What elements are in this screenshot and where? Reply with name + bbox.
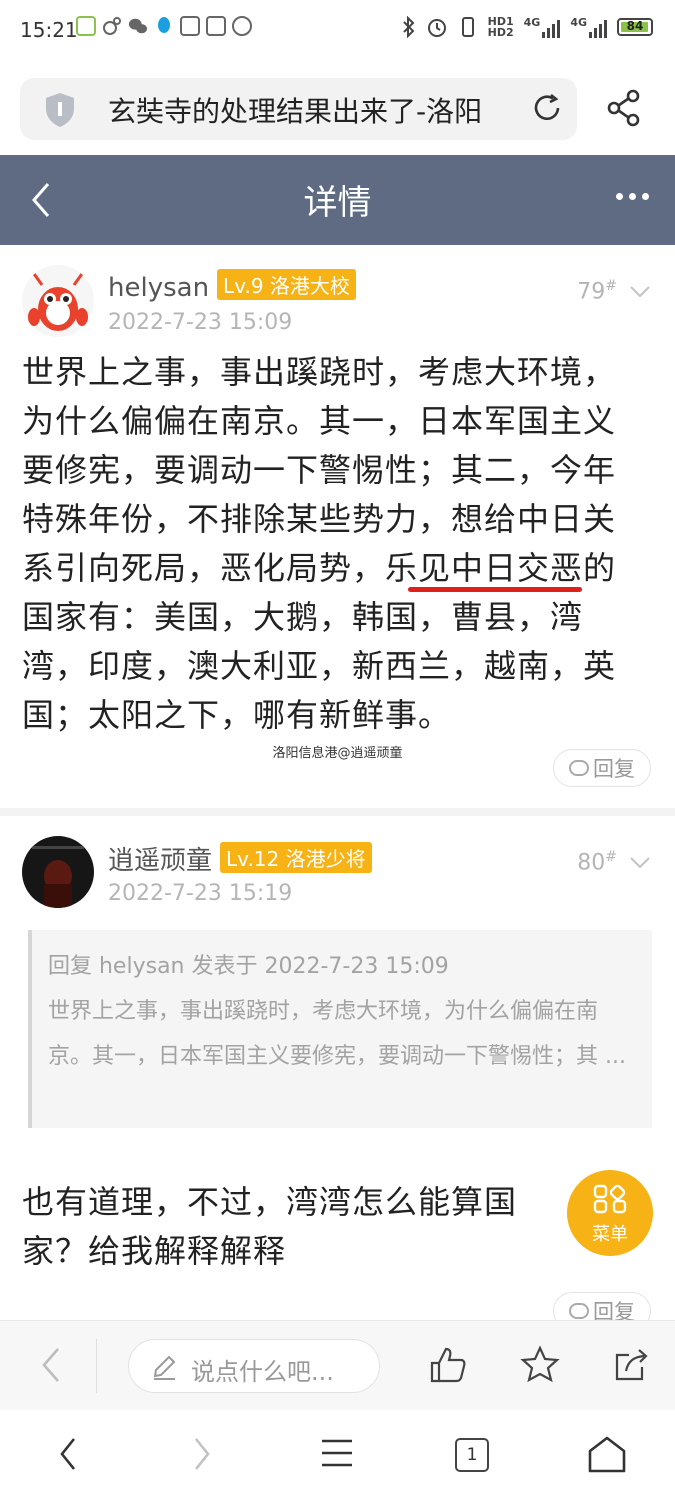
menu-fab[interactable]: 菜单	[567, 1170, 653, 1256]
battery-level: 84	[626, 19, 644, 33]
nav-forward-icon[interactable]	[192, 1436, 212, 1472]
app-header: 详情	[0, 155, 675, 245]
back-icon[interactable]	[38, 1345, 66, 1385]
avatar[interactable]	[22, 265, 94, 337]
avatar[interactable]	[22, 836, 94, 908]
url-title[interactable]: 玄奘寺的处理结果出来了-洛阳	[108, 90, 508, 130]
browser-nav-bar: 1	[0, 1410, 675, 1500]
chevron-down-icon[interactable]	[629, 856, 651, 870]
status-time: 15:21	[20, 18, 78, 42]
game-icon	[206, 16, 226, 36]
separator	[96, 1339, 97, 1393]
home-icon[interactable]	[587, 1436, 627, 1474]
comment-bar: 说点什么吧...	[0, 1320, 675, 1411]
quote-header: 回复 helysan 发表于 2022-7-23 15:09	[48, 954, 449, 979]
post-content: 也有道理，不过，湾湾怎么能算国家？给我解释解释	[22, 1183, 518, 1270]
page-title: 详情	[303, 183, 372, 223]
username[interactable]: helysan Lv.9 洛港大校	[108, 269, 356, 303]
menu-label: 菜单	[592, 1224, 628, 1245]
url-bar[interactable]: 玄奘寺的处理结果出来了-洛阳	[20, 78, 577, 140]
level-badge: Lv.9 洛港大校	[217, 269, 356, 300]
quoted-reply: 回复 helysan 发表于 2022-7-23 15:09 世界上之事，事出蹊…	[28, 930, 652, 1128]
post-date: 2022-7-23 15:19	[108, 881, 293, 906]
post-content: 世界上之事，事出蹊跷时，考虑大环境，为什么偏偏在南京。其一，日本军国主义要修宪，…	[22, 353, 617, 734]
red-underline	[408, 587, 582, 592]
like-icon[interactable]	[428, 1345, 468, 1385]
star-icon[interactable]	[520, 1345, 560, 1385]
gallery-icon	[180, 16, 200, 36]
username[interactable]: 逍遥顽童 Lv.12 洛港少将	[108, 840, 372, 877]
reply-button[interactable]: 回复	[553, 749, 651, 787]
shield-icon	[46, 93, 74, 127]
alarm-icon	[427, 19, 446, 37]
comment-icon	[569, 760, 589, 776]
status-bar: 15:21 HD1 HD2 4G 4G 84	[0, 0, 675, 62]
weibo-icon	[102, 16, 122, 36]
more-options-icon[interactable]	[612, 185, 653, 208]
share-icon[interactable]	[604, 88, 644, 128]
refresh-icon[interactable]	[531, 92, 563, 124]
app-notification-icon	[76, 16, 96, 36]
comment-icon	[569, 1303, 589, 1319]
share-out-icon[interactable]	[612, 1345, 652, 1385]
signal-icon-1: 4G	[524, 16, 561, 38]
menu-icon[interactable]	[320, 1436, 354, 1470]
chevron-down-icon[interactable]	[629, 285, 651, 299]
nav-back-icon[interactable]	[58, 1436, 78, 1472]
speed-icon	[232, 16, 252, 36]
signal-icon-2: 4G	[570, 16, 607, 38]
comment-placeholder: 说点什么吧...	[191, 1358, 334, 1386]
pencil-icon	[153, 1355, 176, 1380]
notification-icons	[76, 16, 252, 36]
grid-icon	[593, 1184, 627, 1214]
floor-number: 80#	[577, 849, 617, 876]
bluetooth-icon	[402, 16, 415, 38]
comment-input[interactable]: 说点什么吧...	[128, 1339, 380, 1393]
floor-number: 79#	[577, 278, 617, 305]
tabs-count[interactable]: 1	[455, 1438, 489, 1472]
post-date: 2022-7-23 15:09	[108, 310, 293, 335]
wechat-icon	[128, 16, 148, 36]
level-badge: Lv.12 洛港少将	[220, 842, 372, 873]
battery-icon: 84	[617, 18, 653, 36]
network-label-2: HD2	[487, 26, 514, 39]
qq-icon	[154, 16, 174, 36]
quote-body: 世界上之事，事出蹊跷时，考虑大环境，为什么偏偏在南京。其一，日本军国主义要修宪，…	[48, 999, 626, 1069]
post-79: helysan Lv.9 洛港大校 2022-7-23 15:09 79# 世界上…	[0, 245, 675, 815]
post-divider	[0, 808, 675, 816]
vibrate-icon	[461, 17, 474, 37]
system-icons: HD1 HD2 4G 4G 84	[402, 16, 653, 38]
